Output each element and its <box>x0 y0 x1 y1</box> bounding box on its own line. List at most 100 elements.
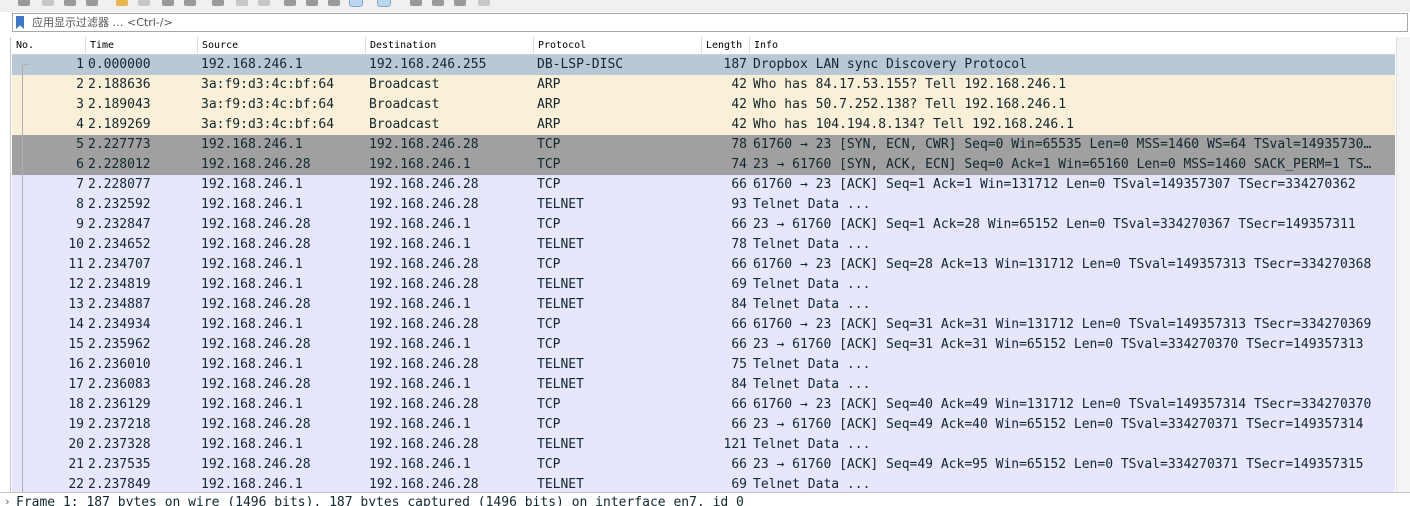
packet-time: 2.234819 <box>88 277 151 292</box>
column-header-protocol[interactable]: Protocol <box>534 37 702 54</box>
packet-time: 2.235962 <box>88 337 151 352</box>
column-header-time[interactable]: Time <box>86 37 198 54</box>
packet-protocol: TELNET <box>537 357 584 372</box>
packet-row[interactable]: 6 2.228012 192.168.246.28 192.168.246.1 TCP 7… <box>12 155 1395 175</box>
autoscroll-icon[interactable] <box>349 0 363 7</box>
packet-info: Telnet Data ... <box>753 377 871 392</box>
colorize-icon[interactable] <box>377 0 391 7</box>
resize-columns-icon[interactable] <box>478 0 490 6</box>
packet-protocol: DB-LSP-DISC <box>537 57 624 72</box>
packet-protocol: TELNET <box>537 237 584 252</box>
packet-protocol: TCP <box>537 317 561 332</box>
packet-row[interactable]: 13 2.234887 192.168.246.28 192.168.246.1 TEL… <box>12 295 1395 315</box>
go-first-icon[interactable] <box>306 0 318 6</box>
column-header-no[interactable]: No. <box>12 37 86 54</box>
go-back-icon[interactable] <box>236 0 248 6</box>
restart-capture-icon[interactable] <box>42 0 54 6</box>
packet-info: 23 → 61760 [SYN, ACK, ECN] Seq=0 Ack=1 W… <box>753 157 1372 172</box>
packet-row[interactable]: 3 2.189043 3a:f9:d3:4c:bf:64 Broadcast ARP 42… <box>12 95 1395 115</box>
column-header-info[interactable]: Info <box>750 37 1395 54</box>
packet-row[interactable]: 9 2.232847 192.168.246.28 192.168.246.1 TCP 6… <box>12 215 1395 235</box>
packet-info: 61760 → 23 [SYN, ECN, CWR] Seq=0 Win=655… <box>753 137 1372 152</box>
packet-destination: 192.168.246.1 <box>369 417 471 432</box>
open-file-icon[interactable] <box>116 0 128 6</box>
packet-length: 93 <box>731 197 747 212</box>
packet-source: 192.168.246.1 <box>201 437 303 452</box>
packet-destination: 192.168.246.1 <box>369 157 471 172</box>
packet-row[interactable]: 21 2.237535 192.168.246.28 192.168.246.1 TCP… <box>12 455 1395 475</box>
packet-row[interactable]: 2 2.188636 3a:f9:d3:4c:bf:64 Broadcast ARP 42… <box>12 75 1395 95</box>
frame-summary-line[interactable]: Frame 1: 187 bytes on wire (1496 bits), … <box>16 495 744 506</box>
packet-info: Who has 50.7.252.138? Tell 192.168.246.1 <box>753 97 1067 112</box>
packet-destination: 192.168.246.28 <box>369 197 479 212</box>
packet-row[interactable]: 16 2.236010 192.168.246.1 192.168.246.28 TEL… <box>12 355 1395 375</box>
packet-row[interactable]: 7 2.228077 192.168.246.1 192.168.246.28 TCP 6… <box>12 175 1395 195</box>
go-last-icon[interactable] <box>328 0 340 6</box>
packet-info: 61760 → 23 [ACK] Seq=40 Ack=49 Win=13171… <box>753 397 1372 412</box>
packet-list[interactable]: No. Time Source Destination Protocol Len… <box>12 37 1395 492</box>
packet-row[interactable]: 8 2.232592 192.168.246.1 192.168.246.28 TELN… <box>12 195 1395 215</box>
packet-protocol: ARP <box>537 97 561 112</box>
column-header-destination[interactable]: Destination <box>366 37 534 54</box>
packet-row[interactable]: 1 0.000000 192.168.246.1 192.168.246.255 DB-… <box>12 55 1395 75</box>
capture-gear-icon[interactable] <box>86 0 98 6</box>
main-toolbar <box>0 0 1410 12</box>
packet-source: 192.168.246.1 <box>201 197 303 212</box>
packet-row[interactable]: 5 2.227773 192.168.246.1 192.168.246.28 TCP 7… <box>12 135 1395 155</box>
zoom-in-icon[interactable] <box>410 0 422 6</box>
stop-capture-icon[interactable] <box>18 0 30 6</box>
packet-row[interactable]: 17 2.236083 192.168.246.28 192.168.246.1 TEL… <box>12 375 1395 395</box>
packet-time: 2.234707 <box>88 257 151 272</box>
packet-row[interactable]: 15 2.235962 192.168.246.28 192.168.246.1 TCP… <box>12 335 1395 355</box>
packet-row[interactable]: 4 2.189269 3a:f9:d3:4c:bf:64 Broadcast ARP 42… <box>12 115 1395 135</box>
packet-length: 66 <box>731 417 747 432</box>
capture-options-icon[interactable] <box>64 0 76 6</box>
expand-arrow-icon[interactable]: › <box>4 495 11 506</box>
find-packet-icon[interactable] <box>212 0 224 6</box>
packet-row[interactable]: 10 2.234652 192.168.246.28 192.168.246.1 TEL… <box>12 235 1395 255</box>
packet-time: 2.227773 <box>88 137 151 152</box>
packet-row[interactable]: 14 2.234934 192.168.246.1 192.168.246.28 TCP… <box>12 315 1395 335</box>
packet-length: 78 <box>731 237 747 252</box>
display-filter-input[interactable] <box>32 14 1392 31</box>
packet-length: 66 <box>731 317 747 332</box>
packet-row[interactable]: 19 2.237218 192.168.246.28 192.168.246.1 TCP… <box>12 415 1395 435</box>
packet-source: 3a:f9:d3:4c:bf:64 <box>201 77 335 92</box>
zoom-reset-icon[interactable] <box>454 0 466 6</box>
bookmark-icon[interactable] <box>16 16 24 29</box>
packet-info: Who has 84.17.53.155? Tell 192.168.246.1 <box>753 77 1067 92</box>
column-header-source[interactable]: Source <box>198 37 366 54</box>
packet-source: 192.168.246.1 <box>201 137 303 152</box>
packet-source: 192.168.246.28 <box>201 457 311 472</box>
packet-protocol: TCP <box>537 177 561 192</box>
packet-destination: 192.168.246.1 <box>369 337 471 352</box>
packet-row[interactable]: 11 2.234707 192.168.246.1 192.168.246.28 TCP… <box>12 255 1395 275</box>
packet-info: Dropbox LAN sync Discovery Protocol <box>753 57 1027 72</box>
packet-info: 23 → 61760 [ACK] Seq=31 Ack=31 Win=65152… <box>753 337 1364 352</box>
packet-list-scrollbar[interactable] <box>1396 37 1410 492</box>
packet-row[interactable]: 20 2.237328 192.168.246.1 192.168.246.28 TEL… <box>12 435 1395 455</box>
go-forward-icon[interactable] <box>258 0 270 6</box>
packet-protocol: TCP <box>537 417 561 432</box>
go-to-packet-icon[interactable] <box>284 0 296 6</box>
packet-time: 2.236010 <box>88 357 151 372</box>
packet-protocol: TELNET <box>537 437 584 452</box>
reload-file-icon[interactable] <box>184 0 196 6</box>
packet-source: 192.168.246.28 <box>201 377 311 392</box>
column-header-length[interactable]: Length <box>702 37 750 54</box>
save-file-icon[interactable] <box>138 0 150 6</box>
packet-list-header: No. Time Source Destination Protocol Len… <box>12 37 1395 55</box>
packet-time: 2.228077 <box>88 177 151 192</box>
packet-row[interactable]: 18 2.236129 192.168.246.1 192.168.246.28 TCP… <box>12 395 1395 415</box>
zoom-out-icon[interactable] <box>432 0 444 6</box>
packet-row[interactable]: 22 2.237849 192.168.246.1 192.168.246.28 TEL… <box>12 475 1395 492</box>
related-packet-corner <box>22 64 30 65</box>
packet-time: 2.237218 <box>88 417 151 432</box>
packet-details-pane: › Frame 1: 187 bytes on wire (1496 bits)… <box>0 492 1410 506</box>
close-file-icon[interactable] <box>162 0 174 6</box>
packet-row[interactable]: 12 2.234819 192.168.246.1 192.168.246.28 TEL… <box>12 275 1395 295</box>
packet-time: 2.232847 <box>88 217 151 232</box>
packet-protocol: TCP <box>537 337 561 352</box>
packet-destination: Broadcast <box>369 77 440 92</box>
display-filter-bar <box>12 13 1408 32</box>
